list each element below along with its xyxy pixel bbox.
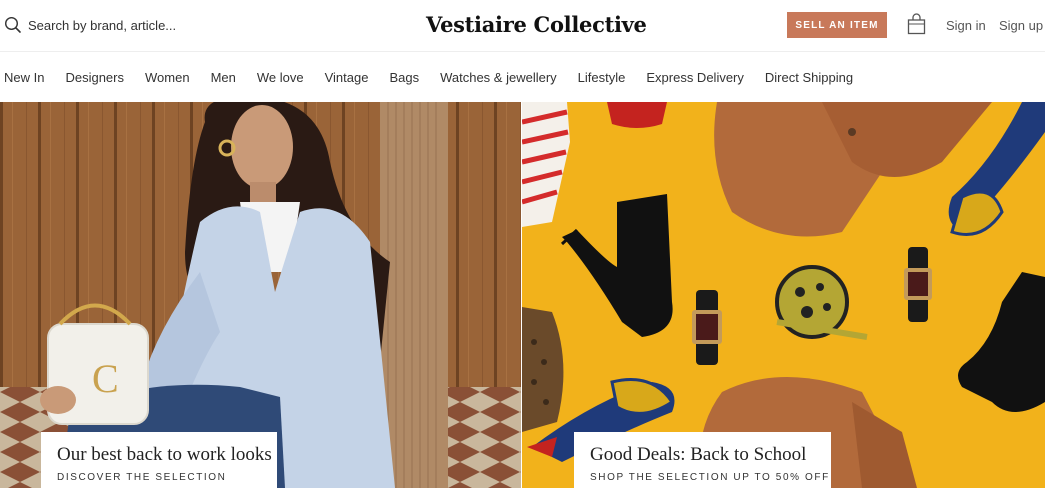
nav-item-bags[interactable]: Bags — [389, 70, 419, 85]
nav-item-designers[interactable]: Designers — [65, 70, 124, 85]
nav-item-direct-shipping[interactable]: Direct Shipping — [765, 70, 853, 85]
sign-in-link[interactable]: Sign in — [946, 18, 986, 33]
shopping-bag-icon[interactable] — [907, 13, 926, 35]
nav-item-men[interactable]: Men — [211, 70, 236, 85]
nav-item-new-in[interactable]: New In — [4, 70, 44, 85]
sell-an-item-button[interactable]: SELL AN ITEM — [787, 12, 887, 38]
search-input[interactable] — [28, 17, 208, 33]
hero-cta-link[interactable]: DISCOVER THE SELECTION — [57, 472, 261, 483]
site-header: Vestiaire Collective SELL AN ITEM Sign i… — [0, 0, 1045, 52]
search-icon — [4, 16, 21, 33]
nav-item-watches-jewellery[interactable]: Watches & jewellery — [440, 70, 557, 85]
hero-cta-link[interactable]: SHOP THE SELECTION UP TO 50% OFF — [590, 472, 828, 483]
hero-title: Good Deals: Back to School — [590, 444, 807, 465]
main-nav: New In Designers Women Men We love Vinta… — [0, 52, 1045, 102]
hero-title: Our best back to work looks — [57, 444, 272, 465]
hero-banner-work-looks[interactable]: C Our best back to work looks DISCOVER T… — [0, 102, 521, 488]
svg-text:C: C — [92, 356, 119, 401]
site-logo[interactable]: Vestiaire Collective — [426, 12, 647, 37]
nav-item-vintage[interactable]: Vintage — [325, 70, 369, 85]
nav-item-lifestyle[interactable]: Lifestyle — [578, 70, 626, 85]
hero-image-accessories — [522, 102, 1045, 488]
sign-up-link[interactable]: Sign up — [999, 18, 1043, 33]
search-bar[interactable] — [4, 14, 208, 36]
hero-card-good-deals[interactable]: Good Deals: Back to School SHOP THE SELE… — [574, 432, 831, 488]
hero-banner-good-deals[interactable]: Good Deals: Back to School SHOP THE SELE… — [522, 102, 1045, 488]
hero-image-model: C — [0, 102, 521, 488]
nav-item-women[interactable]: Women — [145, 70, 190, 85]
hero-card-work-looks[interactable]: Our best back to work looks DISCOVER THE… — [41, 432, 277, 488]
nav-item-we-love[interactable]: We love — [257, 70, 304, 85]
nav-item-express-delivery[interactable]: Express Delivery — [646, 70, 744, 85]
